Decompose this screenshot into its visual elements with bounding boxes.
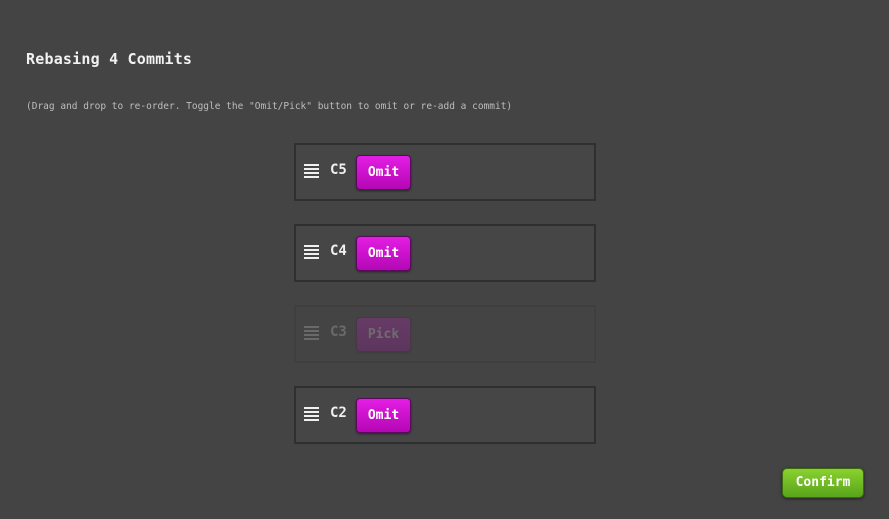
commit-id: C4 — [330, 243, 347, 259]
dialog-title: Rebasing 4 Commits — [26, 50, 193, 68]
drag-handle-icon[interactable] — [304, 245, 319, 259]
commit-id: C5 — [330, 162, 347, 178]
drag-handle-icon[interactable] — [304, 407, 319, 421]
commit-id: C2 — [330, 405, 347, 421]
omit-button[interactable]: Omit — [356, 398, 411, 433]
drag-handle-icon[interactable] — [304, 164, 319, 178]
commit-row-c2[interactable]: C2 Omit — [294, 386, 596, 444]
commit-row-c5[interactable]: C5 Omit — [294, 143, 596, 201]
drag-handle-icon[interactable] — [304, 326, 319, 340]
omit-button[interactable]: Omit — [356, 155, 411, 190]
commit-row-c3[interactable]: C3 Pick — [294, 305, 596, 363]
omit-button[interactable]: Omit — [356, 236, 411, 271]
instructions-text: (Drag and drop to re-order. Toggle the "… — [26, 101, 513, 112]
commit-row-c4[interactable]: C4 Omit — [294, 224, 596, 282]
pick-button[interactable]: Pick — [356, 317, 411, 352]
confirm-button[interactable]: Confirm — [782, 468, 864, 498]
commit-list: C5 Omit C4 Omit C3 Pick C2 Omit — [294, 143, 596, 467]
commit-id: C3 — [330, 324, 347, 340]
